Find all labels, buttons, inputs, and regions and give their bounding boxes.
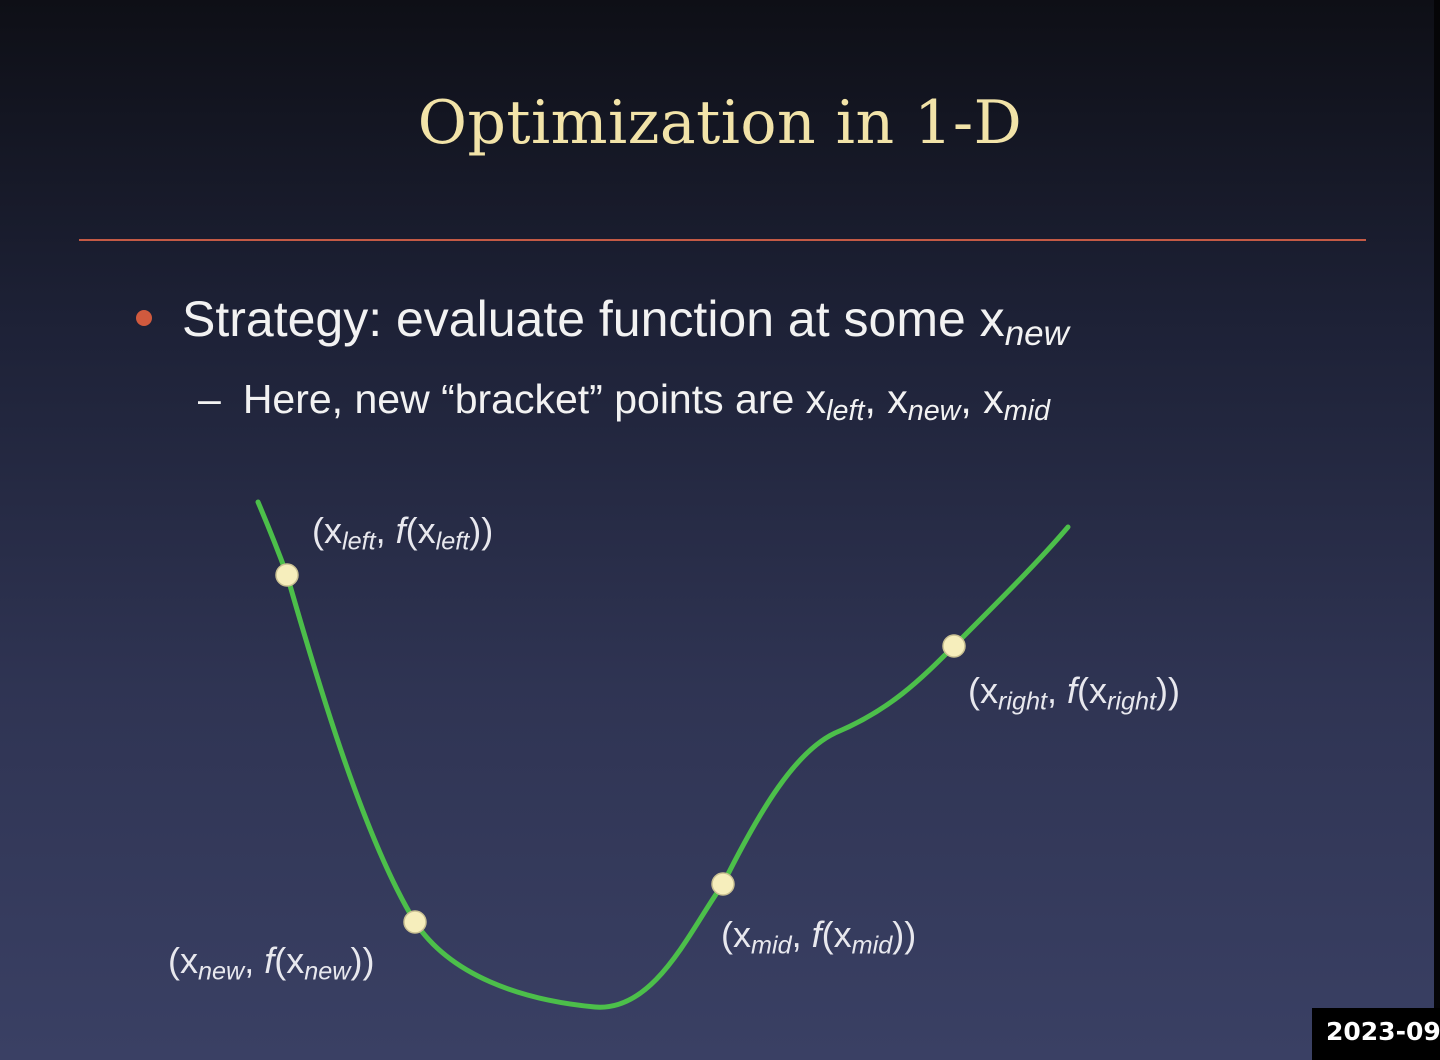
label-right-open: (x: [1077, 670, 1108, 711]
label-new-sub1: new: [198, 957, 245, 986]
point-right: [942, 634, 966, 658]
point-left: [275, 563, 299, 587]
slide: Optimization in 1-D Strategy: evaluate f…: [0, 0, 1440, 1060]
label-new-open: (x: [274, 940, 305, 981]
point-new: [403, 910, 427, 934]
label-point-mid: (xmid, f(xmid)): [721, 914, 917, 960]
label-mid-close: )): [892, 914, 917, 955]
label-mid-mid: ,: [791, 914, 812, 955]
label-left-close: )): [469, 510, 494, 551]
label-left-mid: ,: [375, 510, 396, 551]
label-new-pre: (x: [168, 940, 198, 981]
label-left-open: (x: [405, 510, 436, 551]
label-mid-sub1: mid: [751, 931, 792, 960]
label-mid-pre: (x: [721, 914, 751, 955]
label-right-close: )): [1156, 670, 1181, 711]
function-curve: [255, 499, 1071, 1010]
label-right-sub2: right: [1107, 687, 1157, 716]
point-mid: [711, 872, 735, 896]
label-left-f: f: [395, 510, 406, 551]
label-right-sub1: right: [998, 687, 1047, 716]
label-left-pre: (x: [312, 510, 342, 551]
label-right-pre: (x: [968, 670, 998, 711]
label-point-right: (xright, f(xright)): [968, 670, 1181, 716]
label-new-f: f: [264, 940, 275, 981]
label-mid-sub2: mid: [851, 931, 893, 960]
label-right-mid: ,: [1047, 670, 1068, 711]
label-point-new: (xnew, f(xnew)): [168, 940, 375, 986]
function-curve-diagram: [255, 499, 1071, 1010]
timestamp-overlay: 2023-09: [1312, 1008, 1440, 1060]
label-right-f: f: [1067, 670, 1078, 711]
label-new-close: )): [350, 940, 375, 981]
label-left-sub1: left: [342, 527, 376, 556]
label-left-sub2: left: [435, 527, 470, 556]
label-new-mid: ,: [244, 940, 265, 981]
label-mid-open: (x: [821, 914, 852, 955]
label-point-left: (xleft, f(xleft)): [312, 510, 494, 556]
label-new-sub2: new: [304, 957, 351, 986]
label-mid-f: f: [811, 914, 822, 955]
